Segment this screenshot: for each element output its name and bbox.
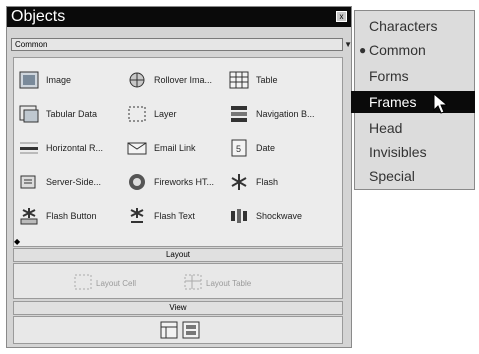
object-label: Layer [154,109,177,119]
menu-item-common[interactable]: ● Common [359,39,479,61]
menu-item-frames[interactable]: Frames [351,91,475,114]
image-icon [18,69,40,91]
server-side-include-icon [18,171,40,193]
draw-layout-cell-label: Layout Cell [96,278,137,288]
shockwave-icon [228,205,250,227]
layout-section-header: Layout [13,248,343,262]
menu-item-forms[interactable]: Forms [369,65,479,87]
tabular-data-icon [18,103,40,125]
object-server-side-include[interactable]: Server-Side... [18,168,101,196]
checked-bullet-icon: ● [359,43,367,57]
object-email-link[interactable]: Email Link [126,134,196,162]
layout-view-icon[interactable] [182,321,200,344]
category-selected: Common [15,40,48,49]
panel-title: Objects [11,8,66,25]
view-section [13,316,343,344]
object-fireworks-html[interactable]: Fireworks HT... [126,168,214,196]
layout-section-title: Layout [165,250,191,259]
menu-item-head[interactable]: Head [369,117,479,139]
object-label: Email Link [154,143,196,153]
close-icon[interactable]: x [336,11,347,22]
view-section-header: View [13,301,343,315]
menu-item-invisibles[interactable]: Invisibles [369,141,479,163]
category-dropdown[interactable]: Common ▼ [11,38,352,51]
email-link-icon [126,137,148,159]
object-layer[interactable]: Layer [126,100,177,128]
object-label: Image [46,75,72,85]
objects-grid: Image Rollover Ima... Table Tabular Data… [13,57,343,247]
navigation-bar-icon [228,103,250,125]
object-label: Date [256,143,276,153]
object-image[interactable]: Image [18,66,71,94]
flash-icon [228,171,250,193]
menu-item-label: Special [369,168,415,184]
rollover-image-icon [126,69,148,91]
object-tabular-data[interactable]: Tabular Data [18,100,97,128]
object-label: Server-Side... [46,177,102,187]
chevron-down-icon[interactable]: ▼ [344,39,352,50]
flash-text-icon [126,205,148,227]
object-shockwave[interactable]: Shockwave [228,202,302,230]
menu-item-label: Frames [369,94,417,110]
object-label: Flash Button [46,211,97,221]
object-navigation-bar[interactable]: Navigation B... [228,100,315,128]
panel-titlebar[interactable]: Objects x [7,7,351,27]
standard-view-icon[interactable] [160,321,178,344]
fireworks-html-icon [126,171,148,193]
object-label: Table [256,75,278,85]
menu-item-label: Invisibles [369,144,427,160]
object-date[interactable]: 5 Date [228,134,275,162]
menu-item-label: Characters [369,18,438,34]
table-icon [228,69,250,91]
menu-item-label: Head [369,120,403,136]
menu-item-label: Common [369,42,426,58]
flash-button-icon [18,205,40,227]
horizontal-rule-icon [18,137,40,159]
layer-icon [126,103,148,125]
object-flash-text[interactable]: Flash Text [126,202,195,230]
object-horizontal-rule[interactable]: Horizontal R... [18,134,103,162]
resize-grip-icon[interactable]: ◆ [14,237,20,246]
object-label: Rollover Ima... [154,75,213,85]
objects-panel: Objects x Common ▼ Image Rollover Ima...… [6,6,352,348]
layout-cell-icon [74,274,92,292]
layout-section: Layout Cell Layout Table [13,263,343,299]
menu-item-special[interactable]: Special [369,165,479,187]
view-section-title: View [169,303,187,312]
object-label: Navigation B... [256,109,315,119]
object-label: Fireworks HT... [154,177,215,187]
object-label: Flash [256,177,279,187]
draw-layout-cell-button[interactable]: Layout Cell [74,272,136,294]
object-label: Flash Text [154,211,195,221]
draw-layout-table-label: Layout Table [206,278,252,288]
object-label: Horizontal R... [46,143,104,153]
object-label: Tabular Data [46,109,98,119]
object-table[interactable]: Table [228,66,278,94]
object-flash[interactable]: Flash [228,168,278,196]
category-menu: Characters ● Common Forms Frames Head In… [351,10,475,190]
object-rollover-image[interactable]: Rollover Ima... [126,66,212,94]
menu-item-characters[interactable]: Characters [369,15,479,37]
menu-item-label: Forms [369,68,409,84]
layout-table-icon [184,274,202,292]
object-flash-button[interactable]: Flash Button [18,202,97,230]
object-label: Shockwave [256,211,303,221]
date-icon: 5 [228,137,250,159]
draw-layout-table-button[interactable]: Layout Table [184,272,251,294]
svg-text:5: 5 [236,144,241,154]
